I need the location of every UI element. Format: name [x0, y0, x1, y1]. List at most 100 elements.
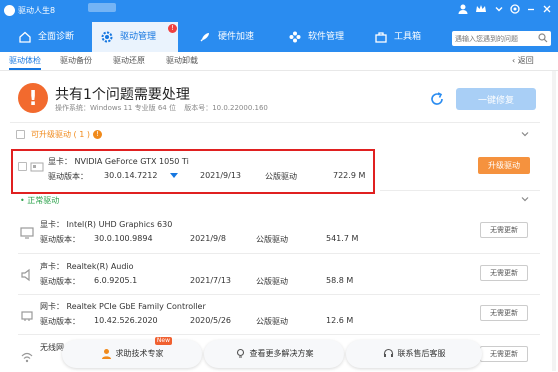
search-input[interactable]	[452, 31, 538, 46]
divider	[18, 253, 540, 254]
subtab-driver-uninstall[interactable]: 驱动卸载	[166, 55, 198, 66]
driver-type: 公版驱动	[256, 235, 288, 244]
gear-icon	[101, 31, 113, 43]
driver-date: 2021/7/13	[190, 276, 232, 285]
normal-heading-label: 正常驱动	[27, 196, 60, 205]
app-logo	[4, 5, 15, 16]
driver-type: 公版驱动	[265, 172, 297, 181]
no-update-button[interactable]: 无需更新	[480, 305, 528, 321]
warning-icon: !	[18, 83, 48, 113]
user-icon[interactable]	[456, 3, 470, 17]
tab-software-management[interactable]: 软件管理	[280, 22, 360, 52]
back-button[interactable]: ‹ 返回	[512, 55, 534, 66]
divider	[380, 190, 540, 191]
os-info: 操作系统：Windows 11 专业版 64 位	[55, 104, 176, 112]
driver-date: 2020/5/26	[190, 316, 232, 325]
normal-heading: • 正常驱动	[20, 196, 60, 205]
tab-label: 软件管理	[308, 32, 345, 42]
tab-label: 工具箱	[394, 32, 422, 42]
app-title: 驱动人生8	[18, 6, 56, 15]
tab-hardware-acceleration[interactable]: 硬件加速	[190, 22, 270, 52]
redacted-user	[88, 3, 116, 12]
vip-crown-icon[interactable]	[474, 3, 488, 17]
collapse-chevron-icon[interactable]	[520, 194, 530, 204]
driver-type: 公版驱动	[256, 277, 288, 286]
back-label: 返回	[517, 56, 534, 65]
driver-size: 722.9 M	[333, 171, 366, 180]
tab-label: 硬件加速	[218, 32, 255, 42]
driver-version: 30.0.100.9894	[94, 234, 153, 243]
rocket-icon	[200, 33, 209, 42]
display-icon	[20, 227, 34, 239]
os-version: 版本号：10.0.22000.160	[184, 104, 268, 112]
alert-badge: !	[168, 24, 177, 33]
device-checkbox[interactable]	[18, 162, 27, 171]
expert-icon	[101, 349, 111, 359]
driver-size: 58.8 M	[326, 276, 354, 285]
device-name: 显卡： NVIDIA GeForce GTX 1050 Ti	[48, 157, 189, 166]
driver-version-label: 驱动版本：	[40, 235, 80, 244]
version-dropdown[interactable]	[170, 171, 178, 180]
device-name: 显卡： Intel(R) UHD Graphics 630	[40, 220, 173, 229]
tab-label: 驱动管理	[120, 32, 157, 42]
driver-type: 公版驱动	[256, 317, 288, 326]
divider	[18, 294, 540, 295]
upgradable-heading: 可升级驱动 ( 1 )!	[31, 129, 102, 140]
scrollbar[interactable]	[552, 71, 556, 371]
driver-version-label: 驱动版本：	[40, 277, 80, 286]
driver-size: 541.7 M	[326, 234, 359, 243]
driver-version-label: 驱动版本：	[40, 317, 80, 326]
main-nav: 全面诊断 驱动管理 ! 硬件加速 软件管理 工具箱	[0, 22, 558, 52]
driver-date: 2021/9/13	[200, 171, 242, 180]
no-update-button[interactable]: 无需更新	[480, 265, 528, 281]
subtab-driver-backup[interactable]: 驱动备份	[60, 55, 92, 66]
home-icon	[19, 31, 31, 43]
upgrade-driver-button[interactable]: 升级驱动	[478, 157, 530, 174]
tab-label: 全面诊断	[38, 32, 75, 42]
driver-date: 2021/9/8	[190, 234, 226, 243]
no-update-button[interactable]: 无需更新	[480, 222, 528, 238]
no-update-button[interactable]: 无需更新	[480, 346, 528, 362]
select-all-upgradable-checkbox[interactable]	[16, 130, 25, 139]
settings-icon[interactable]	[508, 3, 522, 17]
contact-support-button[interactable]: 联系售后客服	[346, 340, 482, 368]
collapse-chevron-icon[interactable]	[520, 129, 530, 139]
display-card-icon	[30, 162, 44, 172]
minimize-icon[interactable]	[524, 3, 538, 17]
speaker-icon	[21, 268, 30, 282]
wifi-icon	[21, 352, 33, 363]
dropdown-arrow-icon	[170, 173, 178, 178]
system-info: 操作系统：Windows 11 专业版 64 位 版本号：10.0.22000.…	[55, 103, 274, 113]
new-tag: New	[154, 337, 172, 345]
one-click-fix-button[interactable]: 一键修复	[456, 88, 536, 110]
tab-toolbox[interactable]: 工具箱	[366, 22, 436, 52]
page-title: 共有1个问题需要处理	[55, 87, 190, 103]
refresh-icon[interactable]	[428, 90, 446, 108]
search-box[interactable]	[452, 31, 551, 46]
driver-version: 6.0.9205.1	[94, 276, 138, 285]
search-icon[interactable]	[538, 33, 548, 43]
lightbulb-icon	[236, 348, 244, 358]
divider	[18, 334, 540, 335]
tab-driver-management[interactable]: 驱动管理 !	[92, 22, 178, 52]
ask-expert-button[interactable]: 求助技术专家 New	[62, 337, 202, 368]
subtab-driver-check[interactable]: 驱动体检	[9, 55, 41, 70]
device-name: 网卡： Realtek PCIe GbE Family Controller	[40, 302, 206, 311]
more-solutions-button[interactable]: 查看更多解决方案	[204, 340, 344, 368]
chevron-down-icon[interactable]	[492, 3, 506, 17]
apps-icon	[289, 31, 301, 43]
bottom-help-bar: 求助技术专家 New 查看更多解决方案 联系售后客服	[62, 337, 482, 370]
title-bar: 驱动人生8	[0, 0, 558, 22]
driver-version: 10.42.526.2020	[94, 316, 158, 325]
subtab-driver-restore[interactable]: 驱动还原	[113, 55, 145, 66]
network-icon	[21, 311, 33, 321]
sub-nav: 驱动体检 驱动备份 驱动还原 驱动卸载 ‹ 返回	[0, 52, 558, 71]
device-name: 声卡： Realtek(R) Audio	[40, 262, 134, 271]
ask-expert-label: 求助技术专家	[115, 349, 164, 358]
driver-version: 30.0.14.7212	[104, 171, 158, 180]
info-icon: !	[92, 130, 102, 139]
close-icon[interactable]	[540, 3, 554, 17]
driver-version-label: 驱动版本：	[48, 172, 88, 181]
tab-full-diagnosis[interactable]: 全面诊断	[10, 22, 80, 52]
more-solutions-label: 查看更多解决方案	[249, 349, 314, 358]
